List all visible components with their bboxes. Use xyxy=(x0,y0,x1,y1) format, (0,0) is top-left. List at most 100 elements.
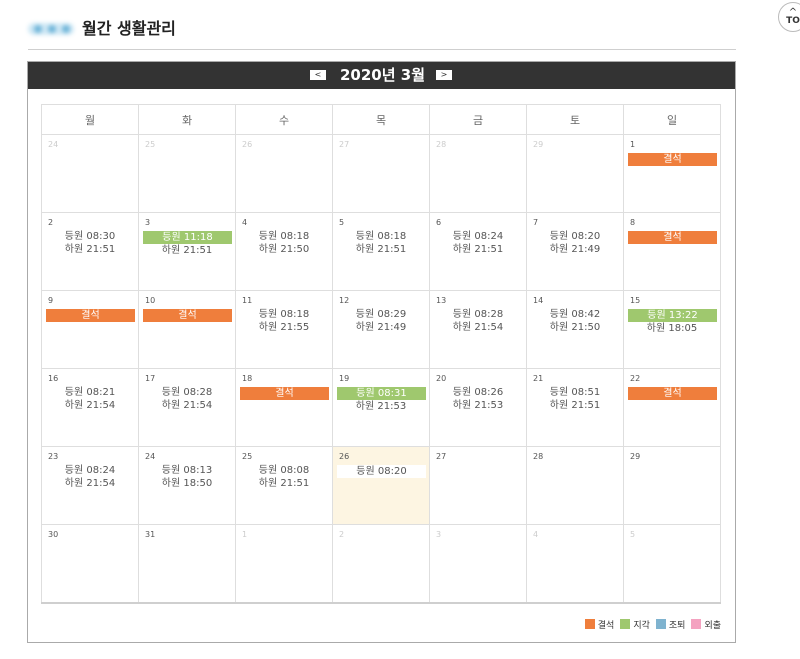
calendar-day-cell[interactable]: 19 등원 08:31 하원 21:53 xyxy=(332,368,430,447)
legend: 결석 지각 조퇴 외출 xyxy=(579,618,721,631)
month-label: 2020년 3월 xyxy=(340,66,426,84)
calendar-day-cell[interactable]: 2 xyxy=(332,524,430,604)
day-number: 24 xyxy=(48,140,59,149)
legend-item: 외출 xyxy=(691,618,721,631)
calendar-day-cell[interactable]: 28 xyxy=(429,134,527,213)
calendar-day-cell[interactable]: 16 등원 08:21 하원 21:54 xyxy=(41,368,139,447)
weekday-header: 토 xyxy=(526,104,624,135)
day-number: 12 xyxy=(339,296,350,305)
check-in-time: 등원 08:18 xyxy=(258,309,310,320)
day-number: 24 xyxy=(145,452,156,461)
day-number: 9 xyxy=(48,296,54,305)
day-number: 31 xyxy=(145,530,156,539)
calendar-day-cell[interactable]: 18 결석 xyxy=(235,368,333,447)
day-number: 18 xyxy=(242,374,253,383)
calendar-day-cell[interactable]: 7 등원 08:20 하원 21:49 xyxy=(526,212,624,291)
calendar-day-cell[interactable]: 30 xyxy=(41,524,139,604)
calendar-day-cell[interactable]: 24 등원 08:13 하원 18:50 xyxy=(138,446,236,525)
calendar-day-cell[interactable]: 1 결석 xyxy=(623,134,721,213)
calendar-week-row: 9 결석 10 결석 11 등원 08:18 하원 21:55 12 등원 08:29 하원 21… xyxy=(41,290,721,369)
check-in-time: 등원 08:18 xyxy=(258,231,310,242)
calendar-day-cell-today[interactable]: 26 등원 08:20 xyxy=(332,446,430,525)
calendar-day-cell[interactable]: 4 등원 08:18 하원 21:50 xyxy=(235,212,333,291)
calendar-day-cell[interactable]: 29 xyxy=(623,446,721,525)
calendar-day-cell[interactable]: 5 xyxy=(623,524,721,604)
top-button-label: TO xyxy=(786,16,800,26)
absent-badge: 결석 xyxy=(628,387,717,400)
calendar-day-cell[interactable]: 9 결석 xyxy=(41,290,139,369)
calendar-day-cell[interactable]: 31 xyxy=(138,524,236,604)
day-number: 27 xyxy=(339,140,350,149)
calendar-day-cell[interactable]: 3 xyxy=(429,524,527,604)
day-number: 17 xyxy=(145,374,156,383)
calendar-day-cell[interactable]: 14 등원 08:42 하원 21:50 xyxy=(526,290,624,369)
late-badge: 등원 11:18 xyxy=(143,231,232,244)
calendar-day-cell[interactable]: 3 등원 11:18 하원 21:51 xyxy=(138,212,236,291)
calendar-day-cell[interactable]: 28 xyxy=(526,446,624,525)
check-out-time: 하원 21:51 xyxy=(549,400,601,411)
check-in-time: 등원 08:20 xyxy=(549,231,601,242)
check-in-time: 등원 08:30 xyxy=(64,231,116,242)
check-in-time: 등원 08:24 xyxy=(452,231,504,242)
check-out-time: 하원 21:54 xyxy=(64,478,116,489)
check-out-time: 하원 21:51 xyxy=(452,244,504,255)
check-out-time: 하원 21:54 xyxy=(64,400,116,411)
calendar-day-cell[interactable]: 17 등원 08:28 하원 21:54 xyxy=(138,368,236,447)
day-number: 8 xyxy=(630,218,636,227)
legend-label: 결석 xyxy=(597,621,615,631)
calendar-day-cell[interactable]: 23 등원 08:24 하원 21:54 xyxy=(41,446,139,525)
check-out-time: 하원 21:51 xyxy=(258,478,310,489)
calendar-day-cell[interactable]: 27 xyxy=(429,446,527,525)
check-in-time: 등원 08:21 xyxy=(64,387,116,398)
calendar-day-cell[interactable]: 4 xyxy=(526,524,624,604)
legend-label: 외출 xyxy=(704,621,721,631)
day-number: 22 xyxy=(630,374,641,383)
check-out-time: 하원 21:49 xyxy=(549,244,601,255)
monthly-calendar: 월화수목금토일 24 25 26 27 28 29 1 결석 2 등원 08:30 하원 21:51… xyxy=(41,104,721,604)
calendar-day-cell[interactable]: 21 등원 08:51 하원 21:51 xyxy=(526,368,624,447)
calendar-day-cell[interactable]: 29 xyxy=(526,134,624,213)
prev-month-button[interactable]: < xyxy=(310,70,326,80)
day-number: 5 xyxy=(630,530,636,539)
check-out-time: 하원 21:51 xyxy=(64,244,116,255)
calendar-day-cell[interactable]: 10 결석 xyxy=(138,290,236,369)
calendar-day-cell[interactable]: 8 결석 xyxy=(623,212,721,291)
day-number: 26 xyxy=(339,452,350,461)
day-number: 29 xyxy=(630,452,641,461)
calendar-day-cell[interactable]: 25 등원 08:08 하원 21:51 xyxy=(235,446,333,525)
day-number: 2 xyxy=(48,218,54,227)
calendar-day-cell[interactable]: 25 xyxy=(138,134,236,213)
day-number: 28 xyxy=(533,452,544,461)
calendar-day-cell[interactable]: 22 결석 xyxy=(623,368,721,447)
legend-swatch xyxy=(691,619,702,629)
calendar-day-cell[interactable]: 6 등원 08:24 하원 21:51 xyxy=(429,212,527,291)
calendar-day-cell[interactable]: 11 등원 08:18 하원 21:55 xyxy=(235,290,333,369)
calendar-week-row: 2 등원 08:30 하원 21:51 3 등원 11:18 하원 21:51 4 등원 08… xyxy=(41,212,721,291)
calendar-day-cell[interactable]: 24 xyxy=(41,134,139,213)
calendar-week-row: 24 25 26 27 28 29 1 결석 xyxy=(41,134,721,213)
page-title: 월간 생활관리 xyxy=(82,19,176,38)
calendar-panel: < 2020년 3월 > 월화수목금토일 24 25 26 27 28 29 1 결석 2 등원 … xyxy=(27,61,736,643)
day-number: 10 xyxy=(145,296,156,305)
check-out-time: 하원 21:49 xyxy=(355,322,407,333)
calendar-day-cell[interactable]: 2 등원 08:30 하원 21:51 xyxy=(41,212,139,291)
calendar-day-cell[interactable]: 20 등원 08:26 하원 21:53 xyxy=(429,368,527,447)
calendar-day-cell[interactable]: 12 등원 08:29 하원 21:49 xyxy=(332,290,430,369)
day-number: 28 xyxy=(436,140,447,149)
calendar-day-cell[interactable]: 13 등원 08:28 하원 21:54 xyxy=(429,290,527,369)
day-number: 20 xyxy=(436,374,447,383)
weekday-header: 월 xyxy=(41,104,139,135)
absent-badge: 결석 xyxy=(628,153,717,166)
calendar-day-cell[interactable]: 15 등원 13:22 하원 18:05 xyxy=(623,290,721,369)
check-in-time: 등원 08:51 xyxy=(549,387,601,398)
calendar-day-cell[interactable]: 26 xyxy=(235,134,333,213)
calendar-day-cell[interactable]: 5 등원 08:18 하원 21:51 xyxy=(332,212,430,291)
next-month-button[interactable]: > xyxy=(436,70,452,80)
calendar-day-cell[interactable]: 27 xyxy=(332,134,430,213)
calendar-day-cell[interactable]: 1 xyxy=(235,524,333,604)
check-out-time: 하원 21:55 xyxy=(258,322,310,333)
weekday-header-row: 월화수목금토일 xyxy=(41,104,721,135)
scroll-to-top-button[interactable]: ^ TO xyxy=(778,2,800,32)
weekday-header: 일 xyxy=(623,104,721,135)
attendance-time: 등원 08:20 xyxy=(337,465,426,478)
